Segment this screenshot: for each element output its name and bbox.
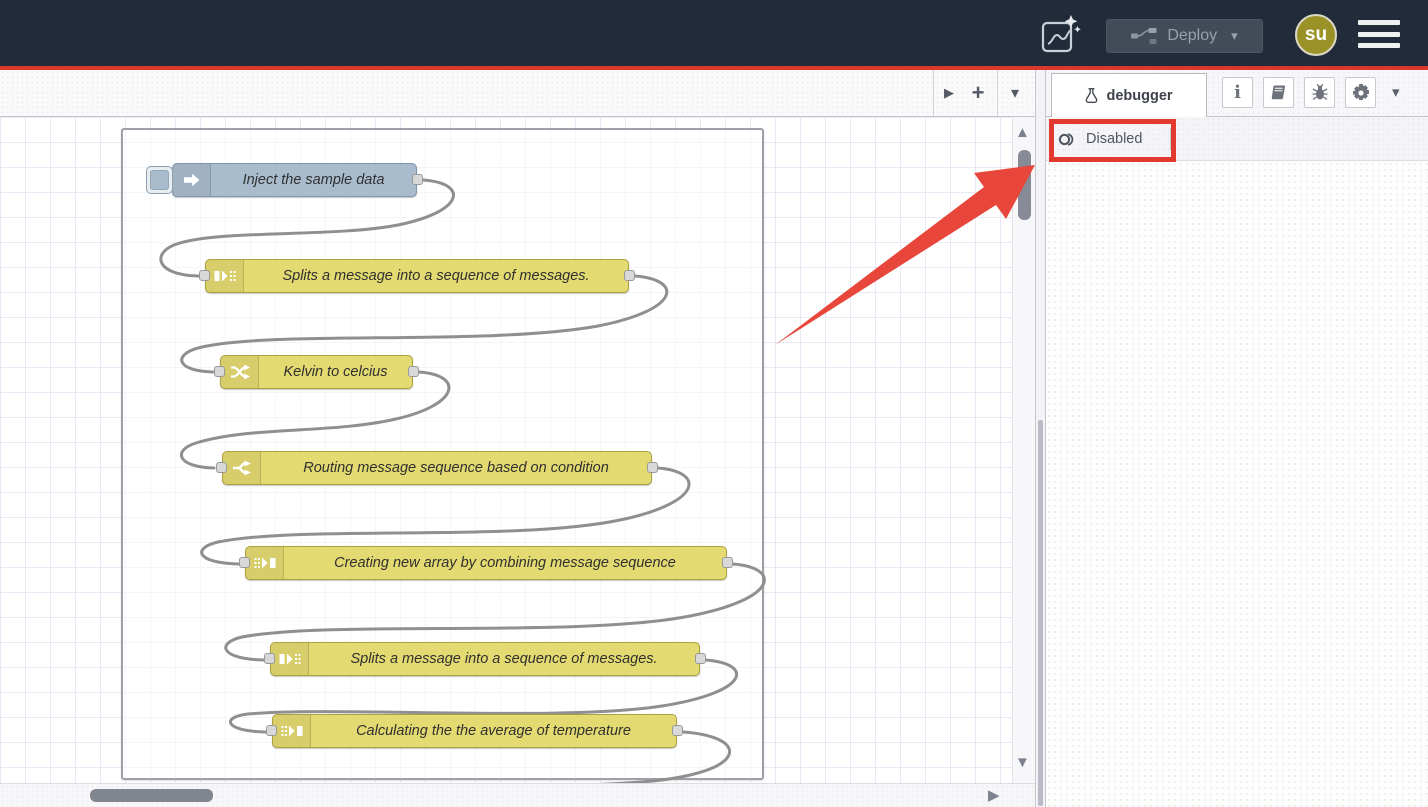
avatar-initials: su [1305, 24, 1327, 46]
join-icon [273, 715, 311, 747]
chevron-down-icon[interactable]: ▾ [1392, 83, 1400, 101]
output-port[interactable] [722, 557, 733, 568]
node-red-window: Deploy ▾ su ▶ + ▾ [0, 0, 1428, 807]
flow-list-button[interactable]: ▾ [1000, 70, 1030, 116]
node-label: Splits a message into a sequence of mess… [309, 643, 699, 675]
scroll-up-icon[interactable]: ▲ [1015, 125, 1030, 140]
node-split[interactable]: Splits a message into a sequence of mess… [270, 642, 700, 676]
chevron-down-icon: ▾ [1231, 28, 1238, 44]
horizontal-scroll-thumb[interactable] [90, 789, 213, 802]
deploy-button[interactable]: Deploy ▾ [1106, 19, 1263, 53]
split-icon [206, 260, 244, 292]
output-port[interactable] [672, 725, 683, 736]
node-label: Splits a message into a sequence of mess… [244, 260, 628, 292]
node-label: Creating new array by combining message … [284, 547, 726, 579]
output-port[interactable] [412, 174, 423, 185]
sidebar-scroll-thumb[interactable] [1038, 420, 1043, 806]
annotation-red-line [0, 66, 1428, 70]
input-port[interactable] [239, 557, 250, 568]
deploy-nodes-icon [1131, 27, 1157, 45]
sidebar-tab-bar: debugger i ▾ [1046, 70, 1428, 117]
join-icon [246, 547, 284, 579]
node-label: Routing message sequence based on condit… [261, 452, 651, 484]
output-port[interactable] [647, 462, 658, 473]
bug-icon[interactable] [1304, 77, 1335, 108]
workspace-tab-bar: ▶ + ▾ [0, 70, 1035, 117]
flow-ai-icon[interactable] [1038, 12, 1082, 56]
inject-button[interactable] [146, 166, 173, 194]
flow-canvas[interactable]: Inject the sample data Splits a message … [0, 117, 1035, 807]
node-label: Kelvin to celcius [259, 356, 412, 388]
node-join[interactable]: Creating new array by combining message … [245, 546, 727, 580]
output-port[interactable] [695, 653, 706, 664]
node-label: Inject the sample data [211, 164, 416, 196]
shuffle-icon [221, 356, 259, 388]
node-label: Calculating the the average of temperatu… [311, 715, 676, 747]
deploy-label: Deploy [1167, 27, 1217, 45]
divider [933, 70, 934, 116]
node-change[interactable]: Kelvin to celcius [220, 355, 413, 389]
node-inject[interactable]: Inject the sample data [172, 163, 417, 197]
input-port[interactable] [199, 270, 210, 281]
divider [997, 70, 998, 116]
vertical-scroll-thumb[interactable] [1018, 150, 1031, 220]
node-join[interactable]: Calculating the the average of temperatu… [272, 714, 677, 748]
fork-icon [223, 452, 261, 484]
node-split[interactable]: Splits a message into a sequence of mess… [205, 259, 629, 293]
tab-label: debugger [1106, 88, 1172, 104]
arrow-right-icon [173, 164, 211, 196]
node-switch[interactable]: Routing message sequence based on condit… [222, 451, 652, 485]
add-flow-button[interactable]: + [964, 70, 992, 116]
input-port[interactable] [216, 462, 227, 473]
scroll-right-icon[interactable]: ▶ [988, 788, 1000, 803]
input-port[interactable] [214, 366, 225, 377]
sidebar-resize-handle[interactable] [1035, 70, 1046, 807]
info-icon[interactable]: i [1222, 77, 1253, 108]
gear-icon[interactable] [1345, 77, 1376, 108]
split-icon [271, 643, 309, 675]
sidebar: debugger i ▾ [1046, 70, 1428, 807]
app-header: Deploy ▾ su [0, 0, 1428, 66]
input-port[interactable] [264, 653, 275, 664]
input-port[interactable] [266, 725, 277, 736]
flow-ai-icon [1038, 12, 1082, 56]
scroll-tabs-right-button[interactable]: ▶ [936, 70, 962, 116]
scroll-down-icon[interactable]: ▼ [1015, 755, 1030, 770]
tab-debugger[interactable]: debugger [1051, 73, 1207, 117]
book-icon[interactable] [1263, 77, 1294, 108]
flask-icon [1085, 87, 1098, 104]
annotation-highlight-box [1049, 119, 1176, 162]
output-port[interactable] [624, 270, 635, 281]
debugger-panel-content [1046, 161, 1428, 807]
horizontal-scroll-track[interactable]: ▶ [0, 783, 1035, 807]
menu-icon[interactable] [1358, 20, 1400, 48]
output-port[interactable] [408, 366, 419, 377]
avatar[interactable]: su [1295, 14, 1337, 56]
